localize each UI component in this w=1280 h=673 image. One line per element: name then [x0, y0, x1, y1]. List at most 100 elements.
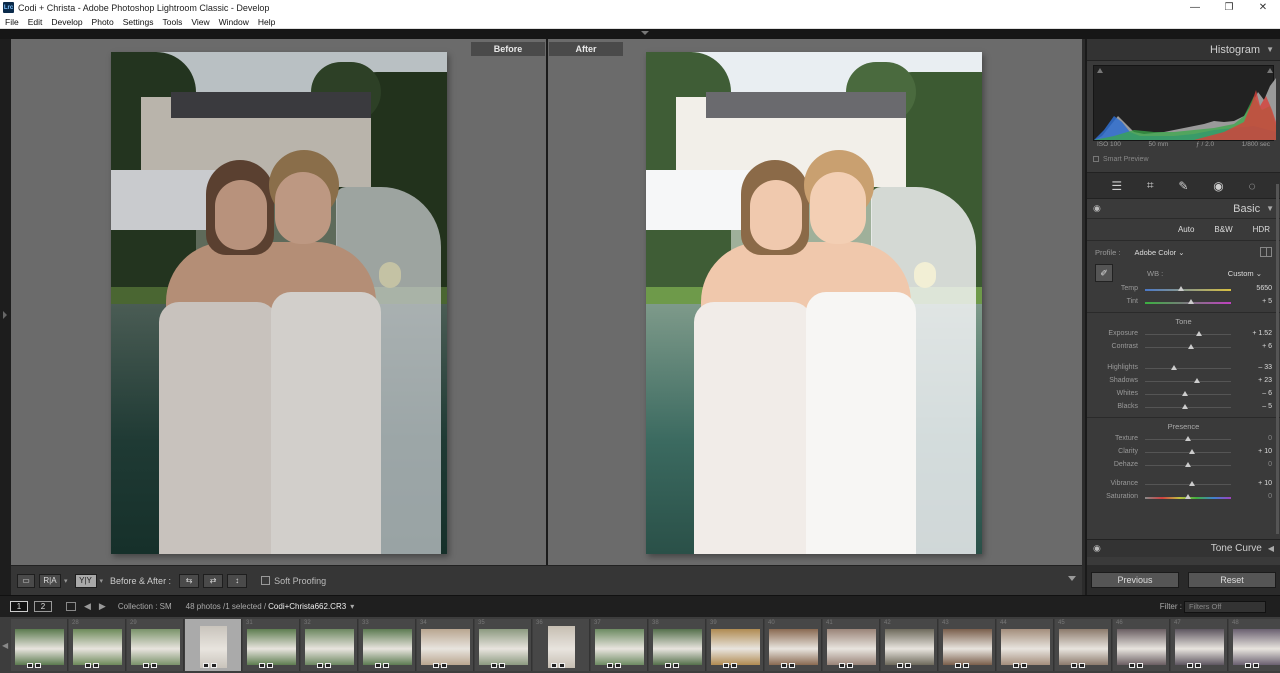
- filmstrip-thumbnail[interactable]: 36: [533, 619, 590, 671]
- exposure-knob[interactable]: [1196, 331, 1203, 336]
- texture-slider[interactable]: Texture 0: [1087, 433, 1280, 446]
- healing-icon[interactable]: ✎: [1178, 179, 1188, 193]
- expand-tone-curve-icon[interactable]: ◀: [1268, 544, 1274, 553]
- filmstrip-thumbnail[interactable]: [11, 619, 68, 671]
- secondary-window-button[interactable]: 2: [34, 601, 52, 612]
- filmstrip-thumbnail[interactable]: 45: [1055, 619, 1112, 671]
- filmstrip-thumbnail[interactable]: 35: [475, 619, 532, 671]
- shadows-slider[interactable]: Shadows + 23: [1087, 375, 1280, 388]
- collapse-basic-icon[interactable]: ▼: [1266, 204, 1274, 213]
- vibrance-knob[interactable]: [1189, 481, 1196, 486]
- whites-slider[interactable]: Whites – 6: [1087, 388, 1280, 401]
- tint-value[interactable]: + 5: [1242, 298, 1272, 305]
- clarity-knob[interactable]: [1189, 449, 1196, 454]
- current-filename[interactable]: Codi+Christa662.CR3: [268, 602, 346, 611]
- shadows-knob[interactable]: [1194, 378, 1201, 383]
- profile-browser-icon[interactable]: [1260, 247, 1272, 257]
- menu-window[interactable]: Window: [219, 17, 249, 27]
- hdr-button[interactable]: HDR: [1253, 225, 1270, 234]
- menu-edit[interactable]: Edit: [28, 17, 43, 27]
- tint-slider[interactable]: Tint + 5: [1087, 296, 1280, 309]
- blacks-knob[interactable]: [1182, 404, 1189, 409]
- collection-label[interactable]: Collection : SM: [118, 602, 172, 611]
- filmstrip-thumbnail[interactable]: 37: [591, 619, 648, 671]
- grid-view-icon[interactable]: [66, 602, 76, 611]
- edit-sliders-icon[interactable]: ☰: [1111, 179, 1122, 193]
- highlights-knob[interactable]: [1171, 365, 1178, 370]
- filename-dropdown-icon[interactable]: ▾: [350, 602, 354, 611]
- red-eye-icon[interactable]: ◉: [1213, 179, 1223, 193]
- temp-track[interactable]: [1145, 289, 1231, 291]
- previous-button[interactable]: Previous: [1091, 572, 1179, 588]
- highlights-slider[interactable]: Highlights – 33: [1087, 362, 1280, 375]
- close-icon[interactable]: ✕: [1246, 0, 1280, 15]
- blacks-slider[interactable]: Blacks – 5: [1087, 401, 1280, 414]
- after-photo[interactable]: [646, 52, 982, 554]
- whites-knob[interactable]: [1182, 391, 1189, 396]
- copy-before-to-after-icon[interactable]: ⇆: [179, 573, 200, 588]
- reference-view-button[interactable]: R|A: [39, 573, 61, 588]
- filmstrip-thumbnail[interactable]: 42: [881, 619, 938, 671]
- menu-view[interactable]: View: [191, 17, 209, 27]
- wb-dropdown[interactable]: Custom ⌄: [1228, 269, 1262, 278]
- dehaze-slider[interactable]: Dehaze 0: [1087, 459, 1280, 472]
- filmstrip-thumbnail[interactable]: 43: [939, 619, 996, 671]
- filmstrip-thumbnail[interactable]: 46: [1113, 619, 1170, 671]
- temp-value[interactable]: 5650: [1242, 285, 1272, 292]
- primary-window-button[interactable]: 1: [10, 601, 28, 612]
- panel-scrollbar[interactable]: [1276, 184, 1279, 534]
- menu-settings[interactable]: Settings: [123, 17, 154, 27]
- clarity-slider[interactable]: Clarity + 10: [1087, 446, 1280, 459]
- profile-dropdown[interactable]: Adobe Color ⌄: [1134, 248, 1260, 257]
- dehaze-knob[interactable]: [1185, 462, 1191, 467]
- dehaze-value[interactable]: 0: [1242, 461, 1272, 468]
- filter-dropdown[interactable]: Filters Off: [1184, 601, 1266, 613]
- before-after-mode-dropdown-icon[interactable]: ▾: [100, 577, 104, 585]
- loupe-view-button[interactable]: ▭: [17, 573, 35, 588]
- temp-knob[interactable]: [1178, 286, 1185, 291]
- contrast-slider[interactable]: Contrast + 6: [1087, 341, 1280, 354]
- exposure-track[interactable]: [1145, 334, 1231, 335]
- menu-file[interactable]: File: [5, 17, 19, 27]
- vibrance-value[interactable]: + 10: [1242, 480, 1272, 487]
- filmstrip-thumbnail[interactable]: 38: [649, 619, 706, 671]
- smart-preview-status[interactable]: Smart Preview: [1093, 153, 1274, 165]
- menu-help[interactable]: Help: [258, 17, 275, 27]
- soft-proofing-checkbox[interactable]: [261, 576, 271, 585]
- panel-visibility-eye-icon[interactable]: ◉: [1093, 203, 1101, 214]
- filmstrip-thumbnail[interactable]: 47: [1171, 619, 1228, 671]
- copy-after-to-before-icon[interactable]: ⇄: [203, 573, 224, 588]
- contrast-knob[interactable]: [1187, 344, 1194, 349]
- before-after-mode-button[interactable]: Y|Y: [74, 573, 97, 588]
- shadows-value[interactable]: + 23: [1242, 377, 1272, 384]
- maximize-icon[interactable]: ❐: [1212, 0, 1246, 15]
- menu-tools[interactable]: Tools: [162, 17, 182, 27]
- filmstrip-thumbnail[interactable]: [185, 619, 242, 671]
- expand-left-panel-icon[interactable]: [3, 311, 7, 319]
- before-photo[interactable]: [111, 52, 447, 554]
- highlights-value[interactable]: – 33: [1242, 364, 1272, 371]
- reset-button[interactable]: Reset: [1188, 572, 1276, 588]
- exposure-value[interactable]: + 1.52: [1242, 330, 1272, 337]
- histogram-header[interactable]: Histogram ▼: [1087, 39, 1280, 61]
- eyedropper-icon[interactable]: ✐: [1095, 264, 1113, 282]
- filmstrip-scroll-left-icon[interactable]: ◀: [2, 641, 8, 650]
- filmstrip-thumbnail[interactable]: 32: [301, 619, 358, 671]
- vibrance-slider[interactable]: Vibrance + 10: [1087, 478, 1280, 491]
- shadows-track[interactable]: [1145, 381, 1231, 382]
- filmstrip-thumbnail[interactable]: 40: [765, 619, 822, 671]
- crop-icon[interactable]: ⌗: [1147, 178, 1154, 193]
- filmstrip-thumbnail[interactable]: 44: [997, 619, 1054, 671]
- vibrance-track[interactable]: [1145, 484, 1231, 485]
- saturation-slider[interactable]: Saturation 0: [1087, 491, 1280, 504]
- collapse-histogram-icon[interactable]: ▼: [1266, 45, 1274, 54]
- texture-value[interactable]: 0: [1242, 435, 1272, 442]
- menu-photo[interactable]: Photo: [92, 17, 114, 27]
- tint-knob[interactable]: [1187, 299, 1194, 304]
- temp-slider[interactable]: Temp 5650: [1087, 283, 1280, 296]
- filmstrip-thumbnail[interactable]: 31: [243, 619, 300, 671]
- forward-arrow-icon[interactable]: ▶: [99, 601, 106, 612]
- collapse-top-panel-icon[interactable]: [641, 31, 649, 35]
- filmstrip-thumbnail[interactable]: 48: [1229, 619, 1280, 671]
- histogram-chart[interactable]: [1093, 65, 1276, 141]
